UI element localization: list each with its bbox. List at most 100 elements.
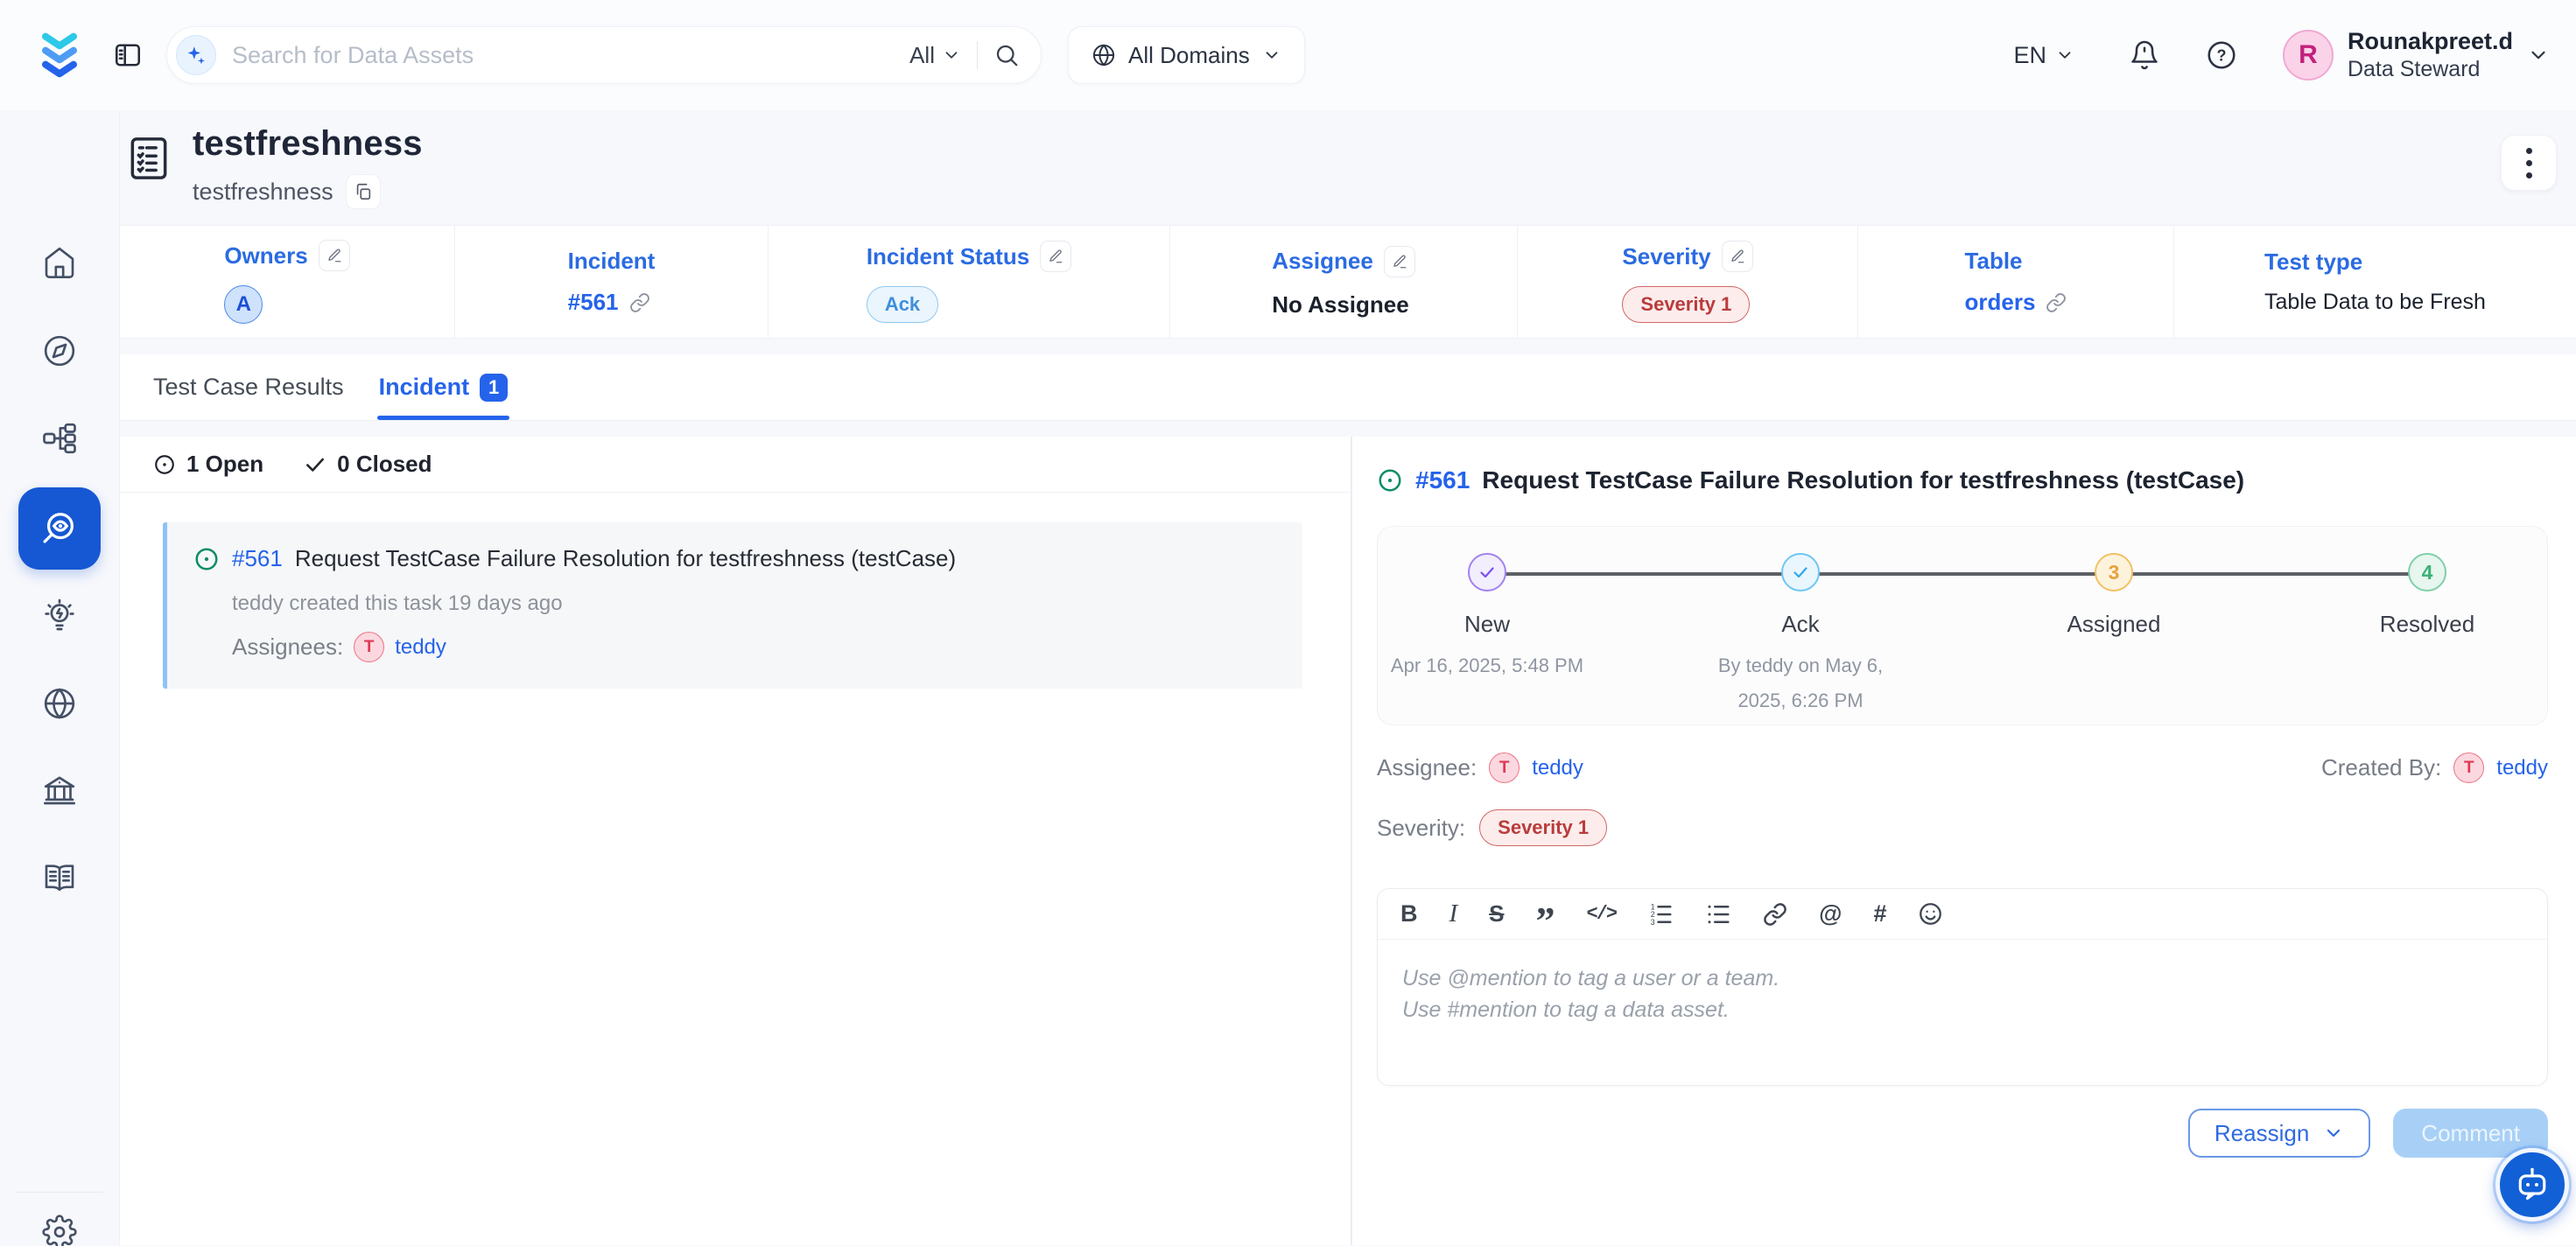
search-input[interactable]: Search for Data Assets	[232, 42, 894, 69]
sidebar-item-glossary[interactable]	[40, 858, 79, 897]
chatbot-fab[interactable]	[2495, 1148, 2569, 1222]
help-icon[interactable]: ?	[2206, 39, 2237, 71]
step-name: Resolved	[2380, 611, 2474, 638]
page-title: testfreshness	[193, 124, 423, 164]
link-icon[interactable]	[2046, 292, 2067, 313]
detail-created-by: Created By: T teddy	[2321, 752, 2548, 783]
created-by-name-link[interactable]: teddy	[2496, 756, 2548, 780]
step-subtitle: Apr 16, 2025, 5:48 PM	[1391, 648, 1583, 683]
notifications-bell-icon[interactable]	[2129, 39, 2160, 71]
step-name: Ack	[1781, 611, 1819, 638]
sidebar-item-settings[interactable]	[40, 1213, 79, 1246]
sidebar	[0, 110, 120, 1246]
sidebar-item-insights[interactable]	[40, 597, 79, 635]
tab-test-case-results[interactable]: Test Case Results	[153, 354, 344, 420]
timeline-step-resolved[interactable]: 4 Resolved	[2318, 553, 2537, 718]
table-link[interactable]: orders	[1965, 289, 2036, 316]
closed-count[interactable]: 0 Closed	[304, 451, 432, 478]
incident-detail-panel: #561 Request TestCase Failure Resolution…	[1352, 437, 2576, 1245]
search-icon[interactable]	[993, 42, 1020, 68]
incident-content: 1 Open 0 Closed #561 Request TestCase Fa…	[120, 437, 2576, 1245]
more-options-kebab-icon[interactable]	[2501, 135, 2557, 191]
language-dropdown[interactable]: EN	[2013, 42, 2074, 69]
assignee-avatar[interactable]: T	[354, 632, 384, 662]
test-type-value: Table Data to be Fresh	[2264, 290, 2486, 315]
table-label: Table	[1965, 248, 2023, 275]
incident-link[interactable]: #561	[568, 289, 619, 316]
timeline-step-new[interactable]: New Apr 16, 2025, 5:48 PM	[1378, 553, 1597, 718]
incident-id-link[interactable]: #561	[232, 545, 283, 572]
mention-user-icon[interactable]: @	[1819, 900, 1842, 928]
strikethrough-icon[interactable]: S	[1489, 900, 1504, 928]
user-menu[interactable]: Rounakpreet.d Data Steward	[2348, 27, 2513, 84]
ordered-list-icon[interactable]: 123	[1647, 901, 1674, 928]
reassign-button[interactable]: Reassign	[2188, 1109, 2370, 1158]
assignee-avatar[interactable]: T	[1489, 752, 1520, 783]
idea-bulb-icon	[42, 598, 77, 634]
incident-status-timeline: New Apr 16, 2025, 5:48 PM Ack By teddy o…	[1377, 526, 2548, 725]
sidebar-item-govern[interactable]	[40, 771, 79, 809]
entity-subtitle: testfreshness	[193, 178, 333, 206]
bank-icon	[42, 773, 77, 808]
mention-asset-icon[interactable]: #	[1873, 900, 1886, 928]
globe-icon	[42, 686, 77, 721]
sidebar-item-domains[interactable]	[40, 684, 79, 723]
created-by-avatar[interactable]: T	[2453, 752, 2484, 783]
timeline-step-ack[interactable]: Ack By teddy on May 6, 2025, 6:26 PM	[1691, 553, 1910, 718]
gear-icon	[42, 1214, 77, 1246]
assignee-name-link[interactable]: teddy	[395, 635, 446, 660]
step-number: 4	[2408, 553, 2446, 592]
incident-list-panel: 1 Open 0 Closed #561 Request TestCase Fa…	[120, 437, 1352, 1245]
ai-sparkle-icon[interactable]	[176, 35, 216, 75]
edit-pencil-icon[interactable]	[1040, 241, 1071, 272]
status-badge: Ack	[867, 286, 938, 323]
edit-pencil-icon[interactable]	[1722, 241, 1753, 272]
edit-pencil-icon[interactable]	[319, 240, 350, 271]
sidebar-item-lineage[interactable]	[40, 419, 79, 458]
chevron-down-icon[interactable]	[2527, 44, 2550, 66]
step-check-icon	[1468, 553, 1506, 592]
link-icon[interactable]	[629, 292, 650, 313]
severity-badge: Severity 1	[1479, 809, 1607, 846]
bold-icon[interactable]: B	[1400, 900, 1418, 928]
step-number: 3	[2095, 553, 2133, 592]
edit-pencil-icon[interactable]	[1384, 246, 1415, 277]
copy-icon[interactable]	[346, 174, 381, 209]
link-icon[interactable]	[1763, 902, 1787, 927]
user-avatar[interactable]: R	[2283, 30, 2334, 80]
app-logo-icon[interactable]	[32, 27, 88, 83]
observability-search-eye-icon	[39, 508, 80, 549]
open-count[interactable]: 1 Open	[153, 451, 263, 478]
sidebar-item-home[interactable]	[40, 243, 79, 282]
chevron-down-icon	[1262, 46, 1281, 65]
comment-input[interactable]: Use @mention to tag a user or a team. Us…	[1378, 940, 2547, 1085]
sidebar-toggle-icon[interactable]	[109, 36, 147, 74]
incident-count-badge: 1	[480, 374, 508, 402]
assignee-label: Assignee	[1272, 248, 1373, 275]
timeline-step-assigned[interactable]: 3 Assigned	[2004, 553, 2223, 718]
italic-icon[interactable]: I	[1449, 900, 1458, 928]
search-scope-dropdown[interactable]: All	[909, 42, 961, 69]
divider	[16, 1192, 103, 1193]
assignee-value: No Assignee	[1272, 291, 1409, 318]
owner-avatar[interactable]: A	[224, 285, 263, 324]
incident-list-item[interactable]: #561 Request TestCase Failure Resolution…	[163, 522, 1302, 689]
emoji-icon[interactable]	[1918, 901, 1943, 927]
sidebar-item-explore[interactable]	[40, 332, 79, 370]
global-search[interactable]: Search for Data Assets All	[166, 26, 1042, 84]
incident-label: Incident	[568, 248, 656, 275]
code-icon[interactable]: </>	[1587, 903, 1617, 925]
user-name: Rounakpreet.d	[2348, 27, 2513, 57]
svg-text:?: ?	[2216, 46, 2226, 64]
severity-label: Severity	[1622, 243, 1710, 270]
sidebar-item-observability-active[interactable]	[18, 487, 101, 570]
app: Search for Data Assets All All Domains E…	[0, 0, 2576, 1246]
bullet-list-icon[interactable]	[1705, 901, 1731, 928]
summary-assignee: Assignee No Assignee	[1170, 226, 1518, 338]
domains-dropdown[interactable]: All Domains	[1068, 26, 1305, 84]
incident-id-link[interactable]: #561	[1415, 466, 1470, 494]
blockquote-icon[interactable]: ”	[1536, 913, 1555, 930]
assignee-name-link[interactable]: teddy	[1532, 756, 1583, 780]
home-icon	[42, 245, 77, 280]
tab-incident[interactable]: Incident 1	[379, 354, 509, 420]
